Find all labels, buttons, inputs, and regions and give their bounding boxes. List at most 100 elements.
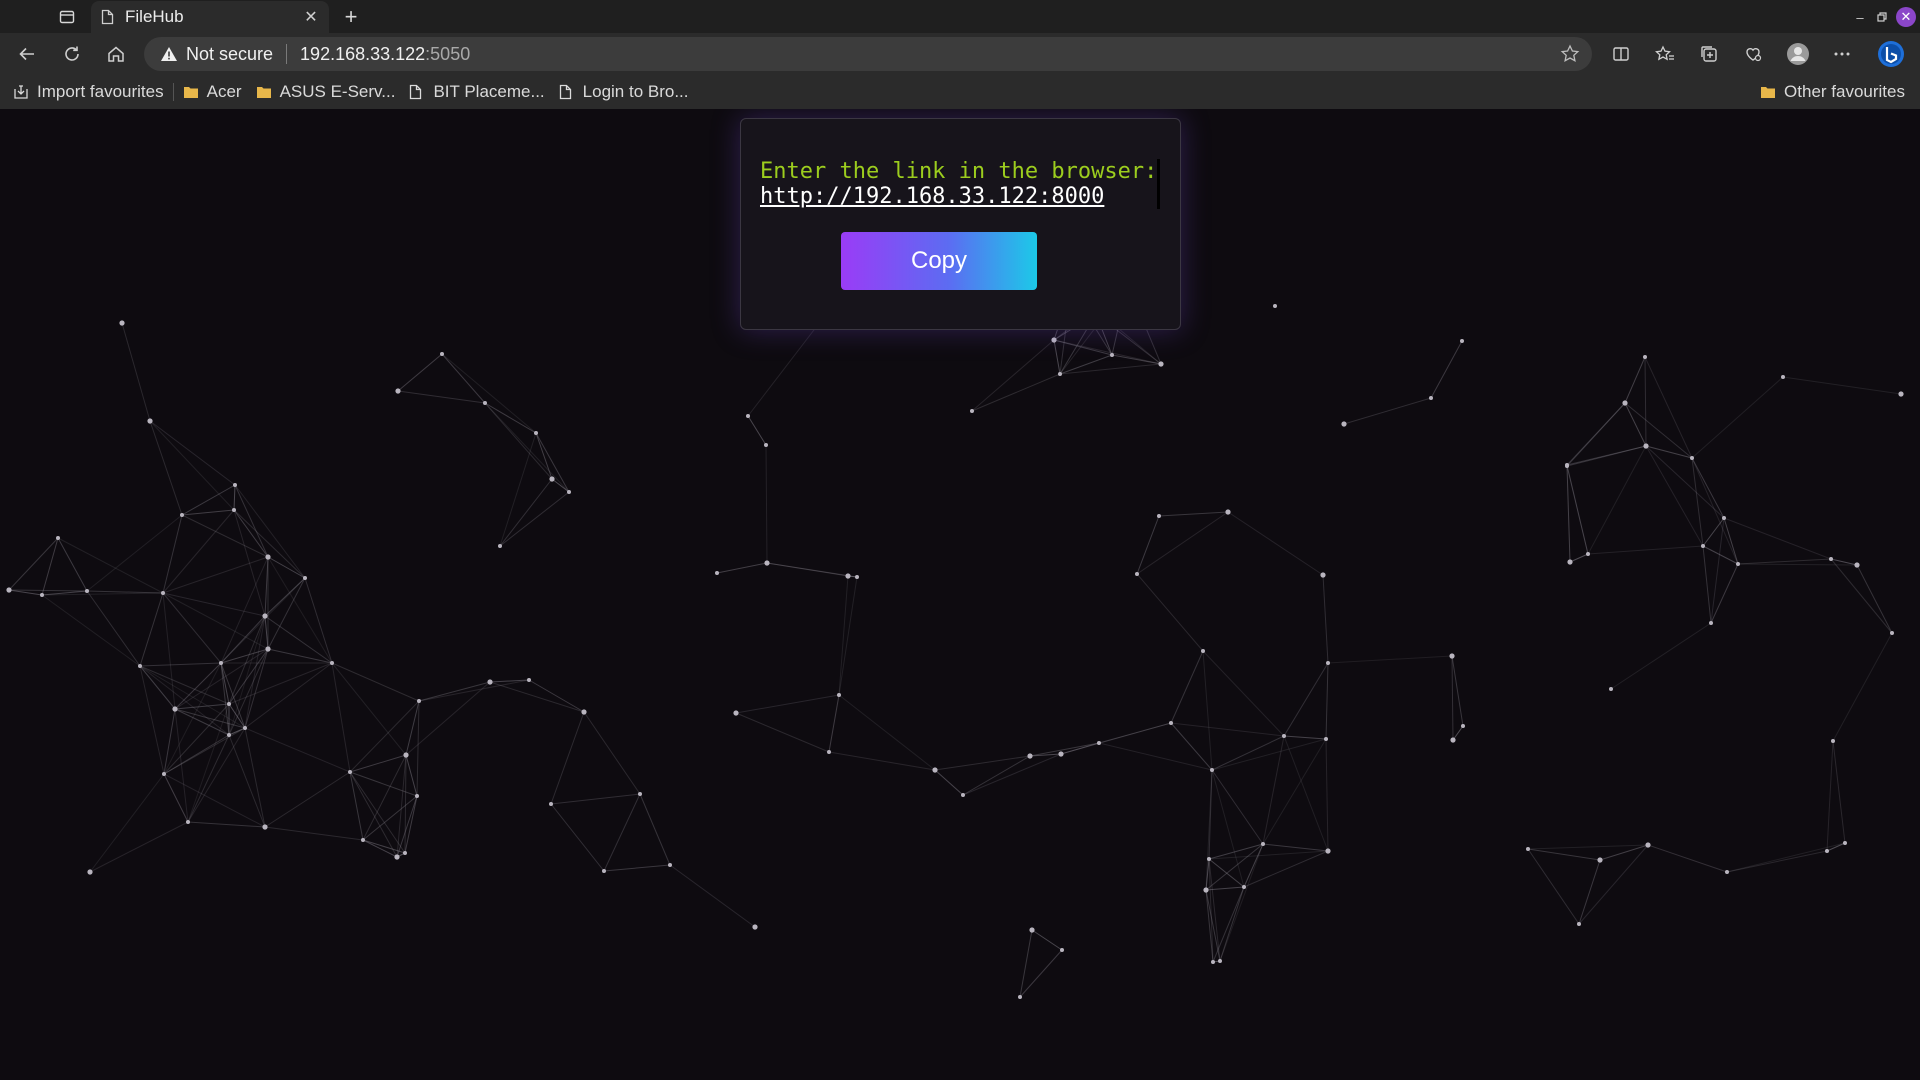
network-line [1283,735,1329,852]
network-line [1325,662,1329,740]
network-line [1283,662,1329,737]
bookmark-login[interactable]: Login to Bro... [552,77,696,107]
network-node [87,869,93,875]
profile-icon[interactable] [1782,38,1814,70]
home-button[interactable] [100,39,132,69]
network-line [1158,511,1229,517]
network-line [1578,844,1649,925]
network-line [1325,738,1329,852]
network-node [348,770,352,774]
network-line [489,681,585,713]
network-line [1737,558,1832,565]
bookmark-label: ASUS E-Serv... [279,82,396,101]
network-node [1135,572,1139,576]
network-node [1577,922,1581,926]
collections-icon[interactable] [1693,38,1725,70]
network-node [961,793,965,797]
network-node [1058,372,1062,376]
network-line [1587,545,1704,555]
network-line [535,432,553,480]
close-icon[interactable]: ✕ [303,9,319,26]
server-link[interactable]: http://192.168.33.122:8000 [760,184,1162,209]
network-line [1587,445,1647,555]
network-node [186,820,190,824]
network-line [484,402,553,480]
security-indicator[interactable]: Not secure [160,44,273,65]
network-line [1243,850,1329,888]
new-tab-button[interactable]: + [338,4,364,30]
network-line [499,478,553,547]
network-line [1527,848,1601,861]
network-line [1527,848,1580,925]
network-node [1449,653,1455,659]
network-line [828,751,936,771]
network-node [1058,751,1064,757]
other-favourites[interactable]: Other favourites [1753,77,1912,107]
network-node [845,573,851,579]
network-node [219,661,223,665]
tab-actions-icon[interactable] [52,6,82,28]
more-icon[interactable] [1826,38,1858,70]
minimize-icon[interactable]: – [1852,6,1868,28]
network-line [639,793,671,866]
back-button[interactable] [11,39,43,69]
bookmark-asus-eservice[interactable]: ASUS E-Serv... [249,77,403,107]
split-screen-icon[interactable] [1605,38,1637,70]
bookmark-import-favourites[interactable]: Import favourites [6,77,171,107]
network-lines [8,284,1902,998]
network-line [41,594,141,667]
network-node [1261,842,1265,846]
network-nodes [6,283,1904,999]
refresh-button[interactable] [56,39,88,69]
network-line [1202,650,1213,771]
browser-chrome: FileHub ✕ + – ✕ Not secure 192.168.33.12… [0,0,1920,109]
network-line [349,771,398,858]
add-favourite-icon[interactable] [1560,44,1580,69]
network-line [528,679,585,713]
favourites-icon[interactable] [1649,38,1681,70]
network-line [1031,929,1063,951]
network-node [403,752,409,758]
network-line [1830,558,1893,634]
network-line [1691,457,1725,519]
bookmark-acer[interactable]: Acer [176,77,249,107]
network-line [162,592,269,650]
bookmark-bit-placement[interactable]: BIT Placeme... [402,77,551,107]
network-line [766,562,849,577]
network-line [244,727,266,828]
network-line [1283,735,1327,740]
network-line [1262,843,1329,852]
restore-icon[interactable] [1874,6,1890,28]
network-line [1019,949,1063,998]
network-line [1205,769,1213,891]
bookmark-label: BIT Placeme... [433,82,545,101]
extensions-icon[interactable] [1737,38,1769,70]
network-node [440,352,444,356]
network-line [163,773,189,823]
network-line [1856,564,1893,634]
network-line [1702,545,1712,624]
network-node [1854,562,1860,568]
network-node [162,772,166,776]
network-line [484,402,537,434]
bing-icon[interactable] [1875,38,1907,70]
network-node [1018,995,1022,999]
network-node [56,536,60,540]
network-node [855,575,859,579]
other-favourites-label: Other favourites [1784,82,1905,101]
network-line [187,821,266,828]
tab-filehub[interactable]: FileHub ✕ [91,1,329,33]
window-close-button[interactable]: ✕ [1896,7,1916,27]
network-line [1451,655,1454,741]
network-node [534,431,538,435]
copy-button[interactable]: Copy [841,232,1037,290]
network-node [1701,544,1705,548]
network-node [1586,552,1590,556]
network-line [550,793,641,805]
network-line [1060,742,1100,755]
network-line [244,662,333,729]
network-line [971,339,1055,412]
network-node [1526,847,1530,851]
address-bar[interactable]: Not secure 192.168.33.122:5050 [144,37,1592,71]
network-node [764,560,770,566]
